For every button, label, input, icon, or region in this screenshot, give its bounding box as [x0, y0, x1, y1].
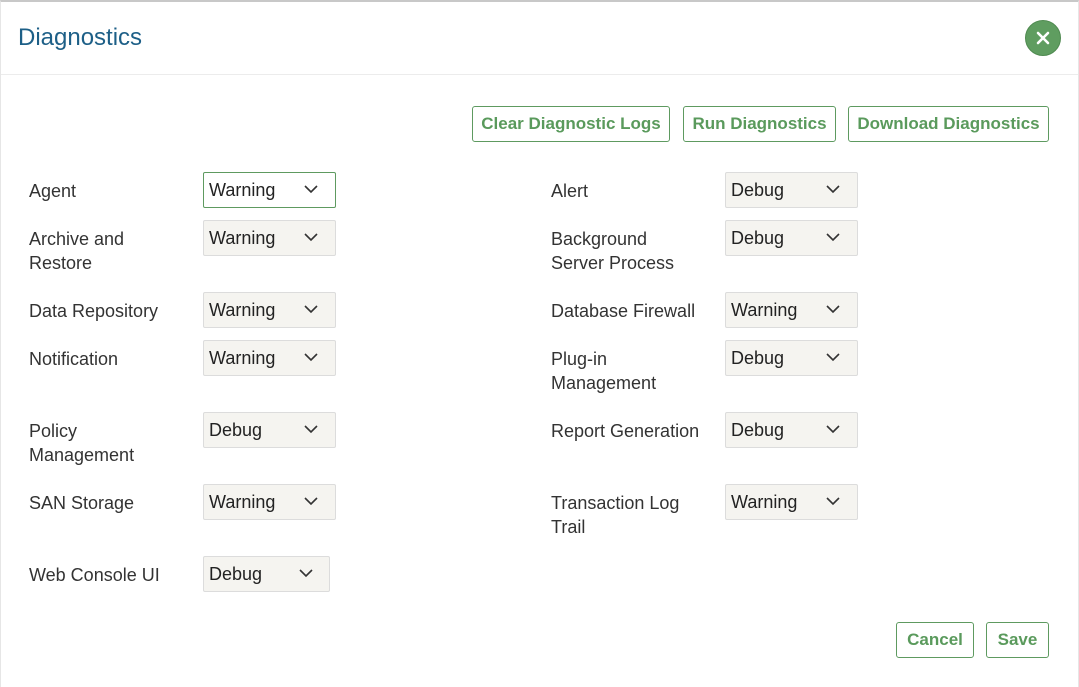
- chevron-down-icon: [826, 305, 840, 314]
- chevron-down-icon: [304, 233, 318, 242]
- clear-diagnostic-logs-button[interactable]: Clear Diagnostic Logs: [472, 106, 670, 142]
- select-notification[interactable]: Warning: [203, 340, 336, 376]
- select-alert[interactable]: Debug: [725, 172, 858, 208]
- field-label-agent: Agent: [29, 181, 77, 201]
- select-archive-and-restore[interactable]: Warning: [203, 220, 336, 256]
- field-label-transaction-log-trail: Transaction Log Trail: [551, 493, 680, 537]
- field-label-data-repository: Data Repository: [29, 301, 159, 321]
- chevron-down-icon: [304, 497, 318, 506]
- chevron-down-icon: [304, 185, 318, 194]
- close-button[interactable]: [1025, 20, 1061, 56]
- dialog-title: Diagnostics: [18, 24, 143, 51]
- chevron-down-icon: [299, 569, 313, 578]
- select-background-server-process[interactable]: Debug: [725, 220, 858, 256]
- select-data-repository[interactable]: Warning: [203, 292, 336, 328]
- dialog-header: Diagnostics: [1, 2, 1078, 75]
- select-agent[interactable]: Warning: [203, 172, 336, 208]
- field-label-notification: Notification: [29, 349, 119, 369]
- field-label-database-firewall: Database Firewall: [551, 301, 696, 321]
- chevron-down-icon: [826, 497, 840, 506]
- close-icon: [1036, 31, 1050, 45]
- field-label-san-storage: SAN Storage: [29, 493, 135, 513]
- select-web-console-ui[interactable]: Debug: [203, 556, 330, 592]
- chevron-down-icon: [826, 185, 840, 194]
- select-plug-in-management[interactable]: Debug: [725, 340, 858, 376]
- select-san-storage[interactable]: Warning: [203, 484, 336, 520]
- field-label-alert: Alert: [551, 181, 589, 201]
- chevron-down-icon: [304, 305, 318, 314]
- chevron-down-icon: [826, 353, 840, 362]
- select-policy-management[interactable]: Debug: [203, 412, 336, 448]
- chevron-down-icon: [826, 425, 840, 434]
- download-diagnostics-button[interactable]: Download Diagnostics: [848, 106, 1049, 142]
- cancel-button[interactable]: Cancel: [896, 622, 974, 658]
- chevron-down-icon: [826, 233, 840, 242]
- run-diagnostics-button[interactable]: Run Diagnostics: [683, 106, 836, 142]
- select-database-firewall[interactable]: Warning: [725, 292, 858, 328]
- field-label-archive-and-restore: Archive and Restore: [29, 229, 125, 273]
- save-button[interactable]: Save: [986, 622, 1049, 658]
- select-transaction-log-trail[interactable]: Warning: [725, 484, 858, 520]
- field-label-policy-management: Policy Management: [29, 421, 135, 465]
- chevron-down-icon: [304, 353, 318, 362]
- chevron-down-icon: [304, 425, 318, 434]
- field-label-report-generation: Report Generation: [551, 421, 700, 441]
- select-report-generation[interactable]: Debug: [725, 412, 858, 448]
- field-label-background-server-process: Background Server Process: [551, 229, 675, 273]
- diagnostics-dialog: Diagnostics Clear Diagnostic Logs Run Di…: [0, 0, 1079, 687]
- field-label-plug-in-management: Plug-in Management: [551, 349, 657, 393]
- field-label-web-console-ui: Web Console UI: [29, 565, 160, 585]
